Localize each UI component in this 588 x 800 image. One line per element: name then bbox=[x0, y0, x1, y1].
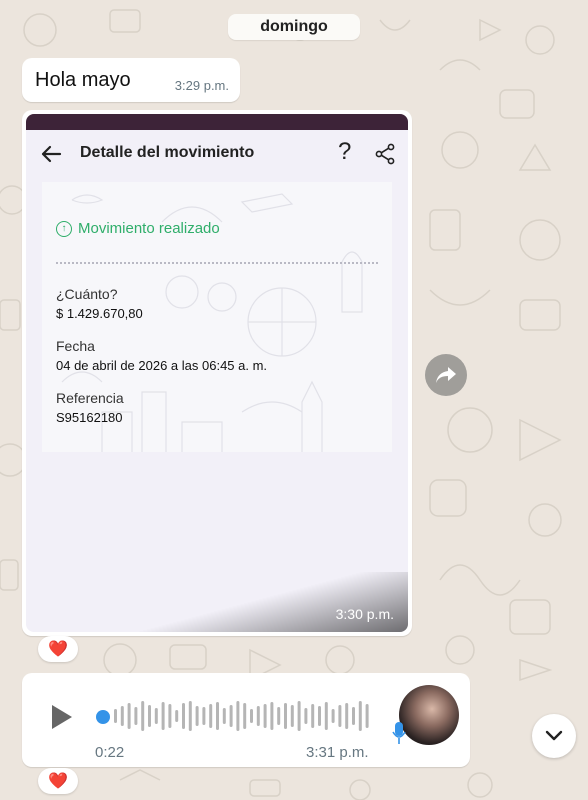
phone-status-bar bbox=[26, 114, 408, 130]
scroll-down-button[interactable] bbox=[532, 714, 576, 758]
waveform-bar bbox=[297, 701, 301, 731]
shared-screenshot[interactable]: Detalle del movimiento ? ↑ Movimiento re… bbox=[26, 114, 408, 632]
arrow-up-circle-icon: ↑ bbox=[56, 220, 72, 237]
forward-icon bbox=[436, 367, 456, 383]
waveform-bar bbox=[243, 703, 247, 729]
waveform-bar bbox=[114, 709, 117, 723]
waveform-bar bbox=[318, 706, 321, 726]
waveform-bar bbox=[236, 701, 240, 731]
transaction-status: ↑ Movimiento realizado bbox=[56, 220, 220, 237]
waveform-bar bbox=[222, 708, 226, 724]
message-text: Hola mayo bbox=[35, 69, 131, 91]
app-header: Detalle del movimiento ? bbox=[26, 130, 408, 176]
waveform-bar bbox=[161, 702, 165, 730]
waveform-bar bbox=[263, 704, 267, 728]
date-label: Fecha bbox=[56, 338, 95, 354]
voice-message[interactable]: 0:22 3:31 p.m. bbox=[22, 673, 470, 767]
waveform-bar bbox=[365, 704, 369, 728]
waveform-bar bbox=[250, 709, 253, 723]
date-separator: domingo bbox=[228, 14, 360, 40]
amount-label: ¿Cuánto? bbox=[56, 286, 118, 302]
reference-label: Referencia bbox=[56, 390, 124, 406]
waveform-bar bbox=[324, 702, 328, 730]
waveform-bar bbox=[290, 705, 294, 727]
back-arrow-icon bbox=[41, 145, 62, 163]
waveform-bar bbox=[175, 710, 179, 722]
waveform-bar bbox=[229, 705, 233, 727]
waveform-bar bbox=[331, 709, 335, 723]
waveform-bar bbox=[188, 701, 192, 731]
image-shade bbox=[26, 572, 408, 632]
waveform-bar bbox=[120, 706, 124, 726]
reaction-badge[interactable]: ❤️ bbox=[38, 768, 78, 794]
page-title: Detalle del movimiento bbox=[80, 144, 255, 161]
waveform-bar bbox=[284, 703, 287, 729]
forward-button[interactable] bbox=[425, 354, 467, 396]
waveform-bar bbox=[154, 708, 158, 724]
help-icon: ? bbox=[338, 138, 352, 165]
waveform-bar bbox=[345, 703, 349, 729]
waveform-bar bbox=[358, 701, 362, 731]
avatar bbox=[399, 685, 459, 745]
date-value: 04 de abril de 2026 a las 06:45 a. m. bbox=[56, 358, 268, 373]
play-icon[interactable] bbox=[52, 705, 72, 729]
message-time: 3:30 p.m. bbox=[335, 606, 394, 622]
waveform-bar bbox=[127, 703, 131, 729]
message-time: 3:29 p.m. bbox=[174, 78, 229, 93]
message-time: 3:31 p.m. bbox=[306, 744, 369, 761]
waveform-bar bbox=[338, 705, 342, 727]
waveform-bar bbox=[256, 706, 260, 726]
status-text: Movimiento realizado bbox=[78, 220, 220, 237]
divider bbox=[56, 262, 378, 264]
message-bubble[interactable]: Hola mayo 3:29 p.m. bbox=[22, 58, 240, 102]
amount-value: $ 1.429.670,80 bbox=[56, 306, 143, 321]
waveform-bar bbox=[134, 707, 138, 725]
waveform-bar bbox=[352, 707, 355, 725]
reference-value: S95162180 bbox=[56, 410, 123, 425]
waveform-bar bbox=[216, 702, 219, 730]
waveform-bar bbox=[195, 706, 199, 726]
share-icon bbox=[375, 143, 395, 165]
waveform-bar bbox=[202, 707, 206, 725]
waveform-bar bbox=[304, 708, 308, 724]
image-message[interactable]: Detalle del movimiento ? ↑ Movimiento re… bbox=[22, 110, 412, 636]
waveform-bar bbox=[209, 704, 213, 728]
mic-icon bbox=[392, 722, 406, 744]
waveform-bar bbox=[277, 707, 281, 725]
reaction-badge[interactable]: ❤️ bbox=[38, 636, 78, 662]
voice-duration: 0:22 bbox=[95, 744, 125, 761]
playback-scrubber[interactable] bbox=[96, 710, 110, 724]
audio-waveform[interactable] bbox=[112, 699, 372, 733]
waveform-bar bbox=[141, 701, 145, 731]
waveform-bar bbox=[182, 703, 185, 729]
chevron-down-icon bbox=[545, 730, 563, 741]
waveform-bar bbox=[148, 705, 151, 727]
transaction-card: ↑ Movimiento realizado ¿Cuánto? $ 1.429.… bbox=[42, 182, 392, 452]
waveform-bar bbox=[311, 704, 315, 728]
waveform-bar bbox=[168, 704, 172, 728]
waveform-bar bbox=[270, 702, 274, 730]
